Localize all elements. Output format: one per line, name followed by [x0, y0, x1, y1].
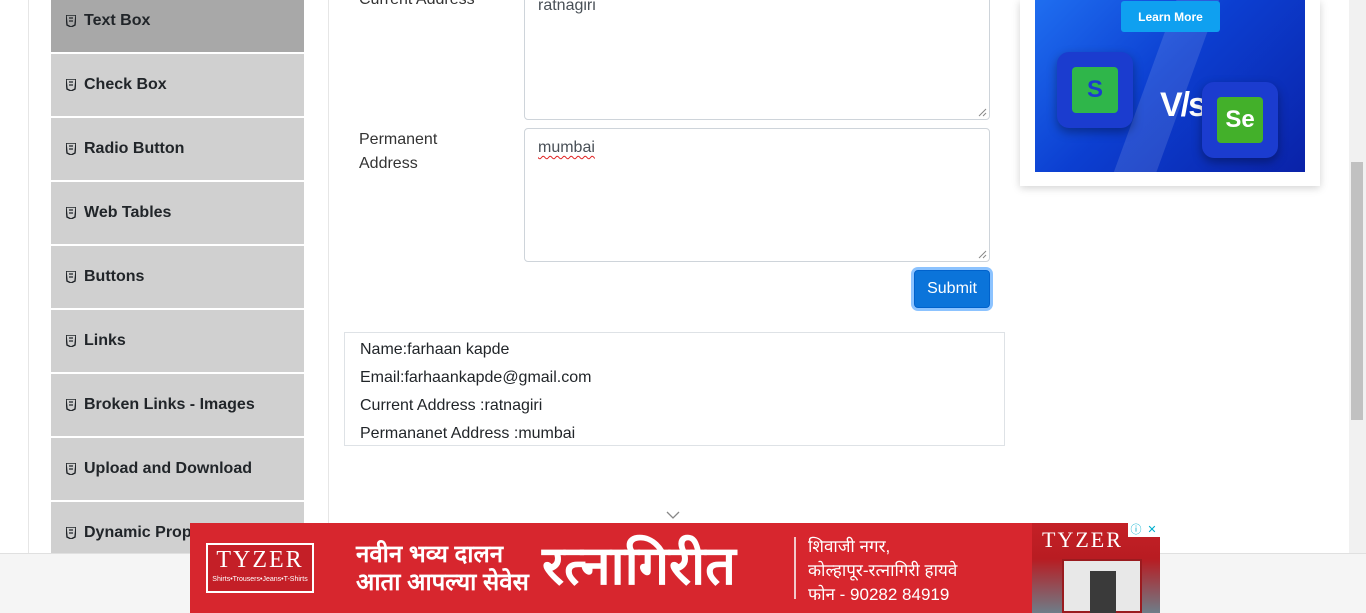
output-permanent-address: Permananet Address :mumbai [360, 425, 576, 442]
ad-close-icon[interactable]: ✕ [1144, 523, 1160, 537]
sidebar-item-label: Upload and Download [84, 460, 252, 477]
tyzer-logo: TYZER Shirts•Trousers•Jeans•T-Shirts [206, 543, 314, 593]
html5-icon [66, 143, 76, 155]
katalon-logo: S [1057, 52, 1133, 128]
sidebar-item-label: Broken Links - Images [84, 396, 255, 413]
scrollbar-thumb[interactable] [1351, 162, 1363, 420]
output-email: Email:farhaankapde@gmail.com [360, 369, 592, 386]
page: Text Box Check Box Radio Button Web Tabl… [0, 0, 1366, 613]
permanent-address-value: mumbai [538, 139, 595, 156]
sidebar-item-label: Web Tables [84, 204, 172, 221]
html5-icon [66, 79, 76, 91]
banner-tagline: नवीन भव्य दालन आता आपल्या सेवेस [356, 541, 529, 596]
current-address-value: ratnagiri [538, 0, 596, 14]
sidebar-item-broken-links[interactable]: Broken Links - Images [51, 374, 304, 436]
left-gutter-line [28, 0, 29, 553]
learn-more-button[interactable]: Learn More [1121, 1, 1220, 32]
page-scrollbar[interactable] [1349, 0, 1366, 553]
banner-separator [794, 537, 796, 599]
ad-image[interactable]: Learn More S V/s Se [1035, 0, 1305, 172]
html5-icon [66, 207, 76, 219]
output-current-address: Current Address :ratnagiri [360, 397, 543, 414]
sidebar-item-web-tables[interactable]: Web Tables [51, 182, 304, 244]
output-name: Name:farhaan kapde [360, 341, 510, 358]
content-divider [328, 0, 329, 553]
permanent-address-label: Permanent Address [359, 131, 438, 172]
banner-headline: रत्नागिरीत [542, 536, 736, 596]
bottom-banner-ad[interactable]: TYZER Shirts•Trousers•Jeans•T-Shirts नवी… [190, 523, 1160, 613]
output-panel: Name:farhaan kapde Email:farhaankapde@gm… [344, 332, 1005, 446]
banner-address: शिवाजी नगर, कोल्हापूर-रत्नागिरी हायवे फो… [808, 537, 958, 604]
html5-icon [66, 335, 76, 347]
html5-icon [66, 271, 76, 283]
sidebar-item-radio-button[interactable]: Radio Button [51, 118, 304, 180]
sidebar-item-label: Buttons [84, 268, 145, 285]
resize-handle-icon[interactable] [978, 250, 987, 259]
sidebar-item-upload-download[interactable]: Upload and Download [51, 438, 304, 500]
selenium-logo: Se [1202, 82, 1278, 158]
current-address-label: Current Address [359, 0, 475, 12]
sidebar-item-label: Links [84, 332, 126, 349]
submit-button[interactable]: Submit [914, 270, 990, 308]
sidebar-item-buttons[interactable]: Buttons [51, 246, 304, 308]
sidebar-menu: Text Box Check Box Radio Button Web Tabl… [51, 0, 304, 566]
html5-icon [66, 463, 76, 475]
resize-handle-icon[interactable] [978, 108, 987, 117]
sidebar-item-label: Radio Button [84, 140, 185, 157]
ad-info-icon[interactable]: ⓘ [1128, 523, 1144, 537]
permanent-address-textarea[interactable]: mumbai [524, 128, 990, 262]
sidebar-item-label: Text Box [84, 12, 151, 29]
sidebar-item-links[interactable]: Links [51, 310, 304, 372]
html5-icon [66, 399, 76, 411]
ad-card-top[interactable]: Learn More S V/s Se [1020, 0, 1320, 186]
current-address-textarea[interactable]: ratnagiri [524, 0, 990, 120]
vs-text: V/s [1160, 86, 1207, 124]
html5-icon [66, 15, 76, 27]
chevron-down-icon[interactable] [666, 510, 680, 520]
sidebar-item-text-box[interactable]: Text Box [51, 0, 304, 52]
sidebar-item-label: Check Box [84, 76, 167, 93]
ad-controls: ⓘ ✕ [1128, 523, 1160, 537]
sidebar-item-check-box[interactable]: Check Box [51, 54, 304, 116]
html5-icon [66, 527, 76, 539]
